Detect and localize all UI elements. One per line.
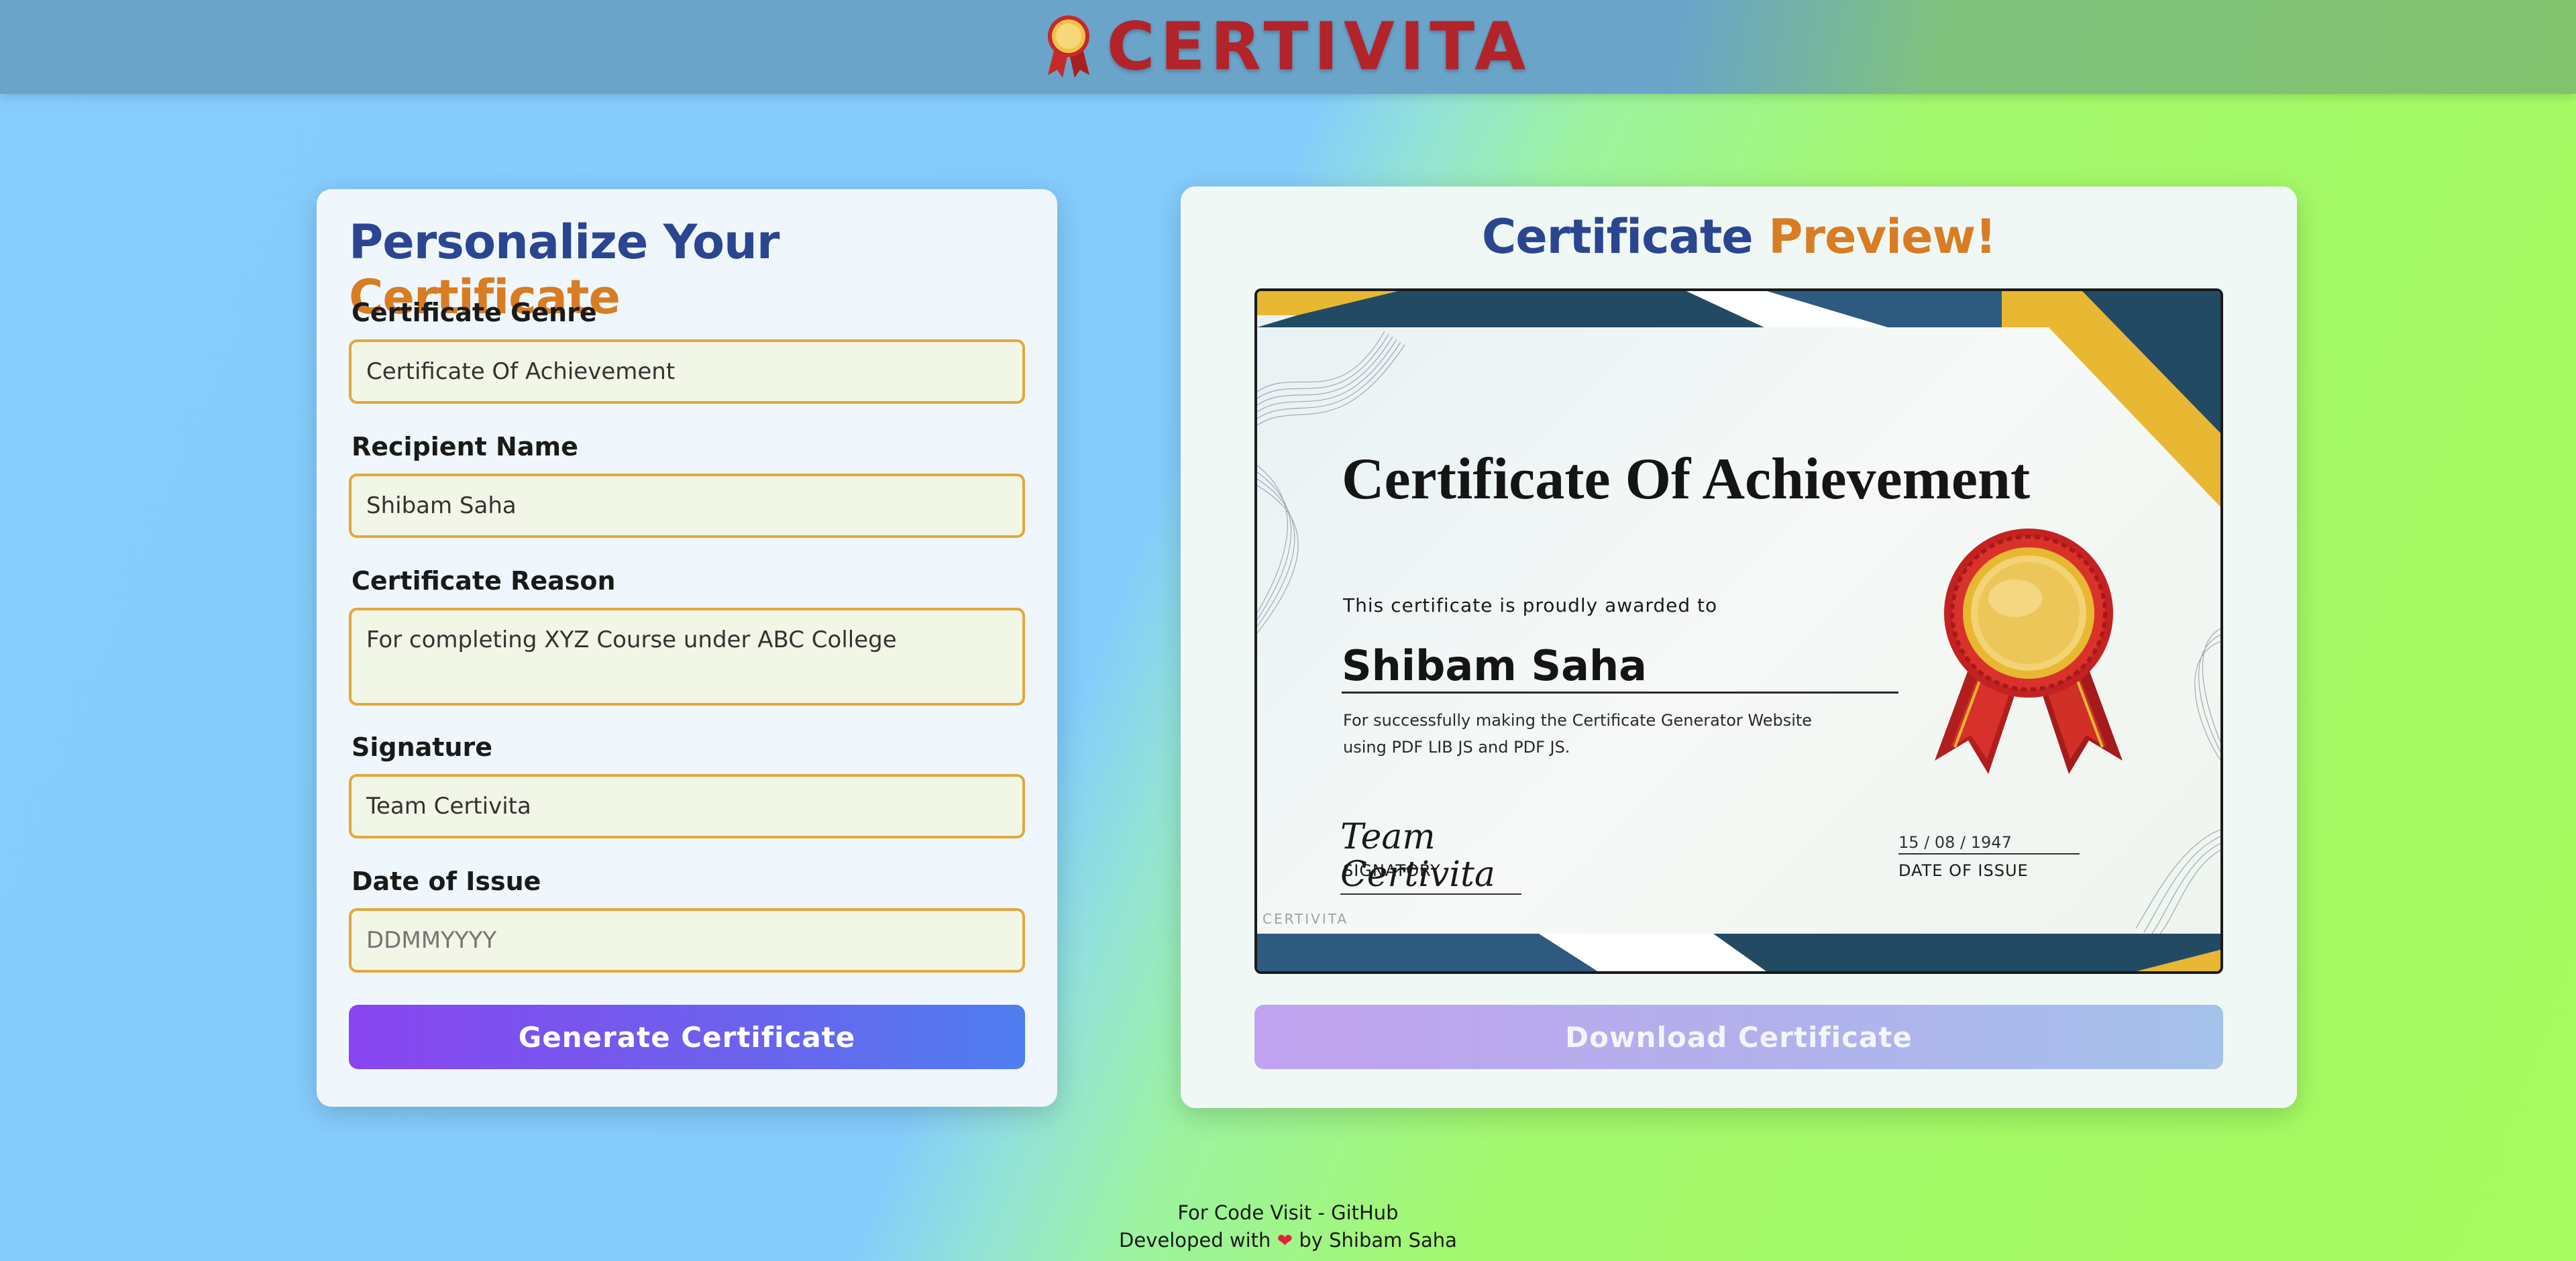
recipient-name-input[interactable]: [349, 474, 1025, 538]
genre-input[interactable]: [349, 339, 1025, 404]
certificate-date: 15 / 08 / 1947: [1898, 833, 2080, 855]
certificate-preview-panel: Certificate Preview! Certificate Of Achi…: [1181, 186, 2297, 1108]
genre-label: Certificate Genre: [352, 298, 597, 327]
generate-certificate-button[interactable]: Generate Certificate: [349, 1005, 1025, 1069]
certificate-reason-line1: For successfully making the Certificate …: [1343, 711, 1813, 730]
date-input[interactable]: [349, 908, 1025, 973]
certificate-reason: For successfully making the Certificate …: [1343, 707, 1853, 761]
footer-author-text: by Shibam Saha: [1299, 1229, 1457, 1252]
footer-code-text: For Code Visit -: [1177, 1201, 1332, 1224]
date-of-issue-label: DATE OF ISSUE: [1898, 861, 2029, 880]
certificate-watermark: CERTIVITA: [1263, 911, 1349, 927]
page-footer: For Code Visit - GitHub Developed with ❤…: [0, 1199, 2576, 1254]
preview-title-part2: Preview!: [1768, 209, 1996, 264]
preview-title: Certificate Preview!: [1181, 209, 2297, 264]
gold-medal-ribbon-icon: [1935, 529, 2123, 774]
form-title-part1: Personalize Your: [349, 215, 780, 270]
certificate-form-panel: Personalize Your Certificate Certificate…: [317, 189, 1057, 1107]
footer-code-line: For Code Visit - GitHub: [0, 1199, 2576, 1227]
brand-name: CERTIVITA: [1106, 9, 1532, 85]
date-label: Date of Issue: [352, 867, 541, 896]
footer-developed-text: Developed with: [1119, 1229, 1271, 1252]
certificate-reason-line2: using PDF LIB JS and PDF JS.: [1343, 738, 1570, 757]
certificate-recipient-name: Shibam Saha: [1342, 641, 1898, 694]
certificate-awarded-text: This certificate is proudly awarded to: [1343, 594, 1718, 616]
github-link[interactable]: GitHub: [1331, 1201, 1399, 1224]
heart-icon: ❤: [1277, 1229, 1293, 1252]
signature-label: Signature: [352, 732, 493, 762]
signatory-label: SIGNATORY: [1343, 861, 1441, 880]
certificate-signature: Team Certivita: [1340, 818, 1521, 895]
brand[interactable]: CERTIVITA: [1045, 9, 1532, 85]
preview-title-part1: Certificate: [1481, 209, 1754, 264]
recipient-label: Recipient Name: [352, 432, 578, 461]
download-certificate-button[interactable]: Download Certificate: [1254, 1005, 2223, 1069]
app-header: CERTIVITA: [0, 0, 2576, 94]
reason-label: Certificate Reason: [352, 566, 616, 596]
signature-input[interactable]: [349, 774, 1025, 838]
footer-developer-line: Developed with ❤ by Shibam Saha: [0, 1227, 2576, 1254]
certificate-preview: Certificate Of Achievement This certific…: [1254, 288, 2223, 974]
ribbon-medal-icon: [1047, 15, 1089, 78]
certificate-title: Certificate Of Achievement: [1342, 447, 2031, 512]
reason-textarea[interactable]: For completing XYZ Course under ABC Coll…: [349, 608, 1025, 706]
